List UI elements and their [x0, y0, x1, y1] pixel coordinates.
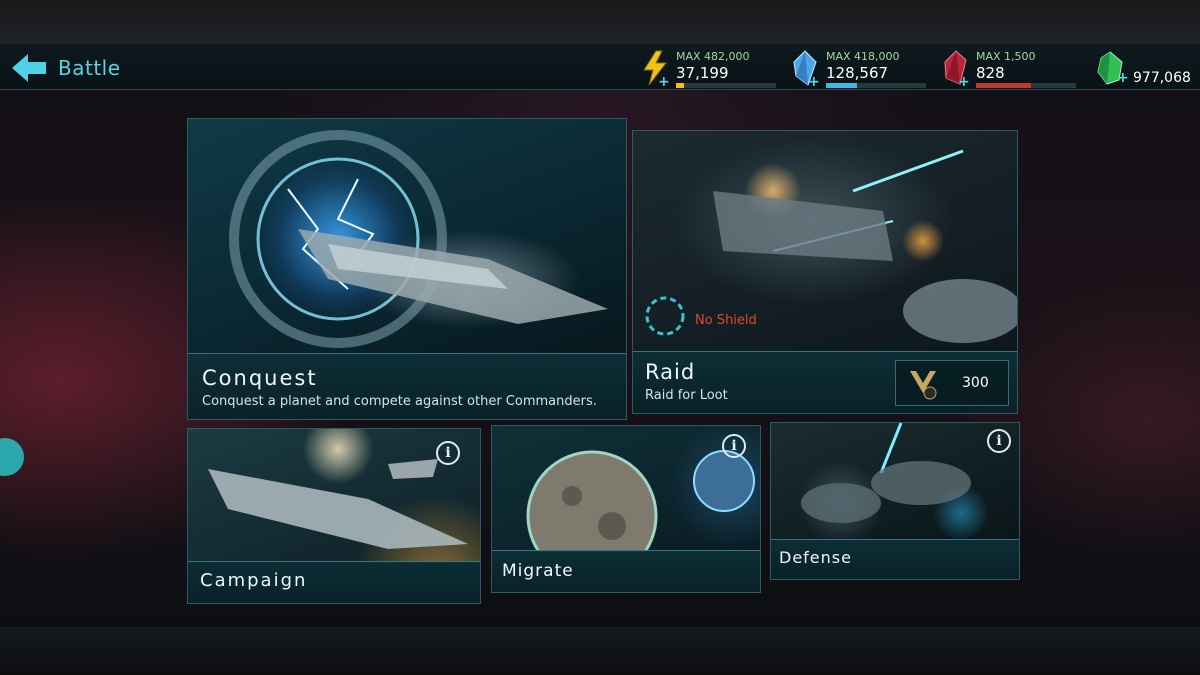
defense-title: Defense [779, 548, 852, 567]
crystal-bar [826, 83, 926, 88]
add-ruby-icon[interactable]: + [958, 74, 970, 90]
migrate-card[interactable]: i Migrate [491, 425, 761, 593]
conquest-card[interactable]: Conquest Conquest a planet and compete a… [187, 118, 627, 420]
planet-illustration [526, 450, 755, 582]
defense-caption: Defense [771, 539, 1019, 579]
add-gem-icon[interactable]: + [1117, 70, 1129, 86]
back-button[interactable]: Battle [10, 52, 121, 84]
crystal-bar-fill [826, 83, 857, 88]
conquest-title: Conquest [202, 366, 318, 390]
campaign-caption: Campaign [188, 561, 480, 603]
top-letterbox [0, 0, 1200, 44]
energy-value: 37,199 [676, 64, 729, 82]
shield-icon [645, 296, 685, 336]
campaign-info-button[interactable]: i [436, 441, 460, 465]
ruby-bar [976, 83, 1076, 88]
screen-title: Battle [58, 56, 121, 80]
back-arrow-icon [12, 54, 46, 82]
warp-gate-illustration [229, 130, 608, 348]
energy-bar-fill [676, 83, 684, 88]
conquest-caption: Conquest Conquest a planet and compete a… [188, 353, 626, 419]
migrate-title: Migrate [502, 561, 574, 581]
shield-status: No Shield [695, 313, 757, 328]
campaign-card[interactable]: i Campaign [187, 428, 481, 604]
add-crystal-icon[interactable]: + [808, 74, 820, 90]
energy-max: MAX 482,000 [676, 50, 750, 63]
raid-card[interactable]: No Shield Raid Raid for Loot 300 [632, 130, 1018, 414]
migrate-caption: Migrate [492, 550, 760, 592]
raid-cost-box: 300 [895, 360, 1009, 406]
fleet-defense-illustration [801, 423, 971, 523]
rank-badge-icon [910, 371, 937, 400]
raid-title: Raid [645, 360, 696, 384]
raid-cost: 300 [962, 375, 989, 391]
defense-info-button[interactable]: i [987, 429, 1011, 453]
ruby-value: 828 [976, 64, 1005, 82]
raid-artwork: No Shield [633, 131, 1017, 353]
top-bar: Battle + MAX 482,000 37,199 + MAX 418,00… [0, 44, 1200, 90]
raid-caption: Raid Raid for Loot 300 [633, 351, 1017, 413]
raid-subtitle: Raid for Loot [645, 388, 728, 403]
migrate-artwork [492, 426, 760, 582]
space-battle-illustration [645, 149, 1017, 343]
migrate-info-button[interactable]: i [722, 434, 746, 458]
conquest-artwork [188, 119, 626, 355]
energy-bar [676, 83, 776, 88]
bottom-letterbox [0, 627, 1200, 675]
conquest-subtitle: Conquest a planet and compete against ot… [202, 394, 597, 409]
crystal-value: 128,567 [826, 64, 889, 82]
ruby-max: MAX 1,500 [976, 50, 1036, 63]
campaign-title: Campaign [200, 570, 308, 591]
defense-artwork [771, 423, 1019, 541]
add-energy-icon[interactable]: + [658, 74, 670, 90]
defense-card[interactable]: i Defense [770, 422, 1020, 580]
ruby-bar-fill [976, 83, 1031, 88]
crystal-max: MAX 418,000 [826, 50, 900, 63]
gem-value: 977,068 [1133, 70, 1191, 86]
